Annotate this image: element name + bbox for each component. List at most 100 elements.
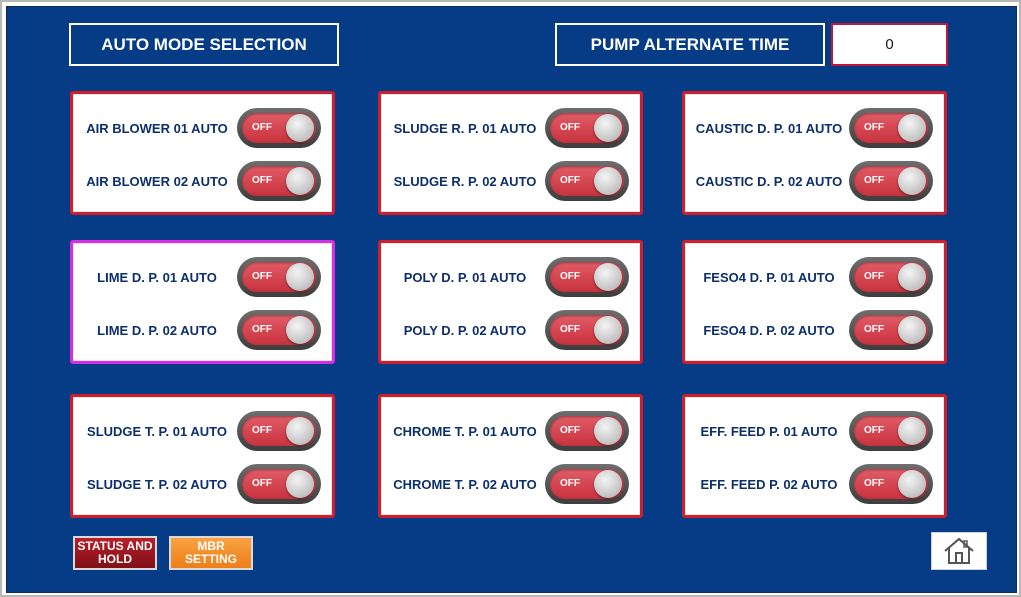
auto-label: LIME D. P. 01 AUTO	[97, 269, 217, 285]
sludge-t-p-01-auto-toggle[interactable]: OFF	[237, 411, 321, 451]
panel-eff-feed-p: EFF. FEED P. 01 AUTO OFF EFF. FEED P. 02…	[682, 394, 947, 518]
sludge-r-p-01-auto-toggle[interactable]: OFF	[545, 108, 629, 148]
auto-row: SLUDGE T. P. 01 AUTO OFF	[73, 411, 332, 451]
auto-label: AIR BLOWER 02 AUTO	[86, 173, 228, 189]
toggle-knob	[286, 114, 314, 142]
panel-caustic-d-p: CAUSTIC D. P. 01 AUTO OFF CAUSTIC D. P. …	[682, 91, 947, 215]
pump-alternate-time-input[interactable]: 0	[831, 23, 948, 66]
auto-row: AIR BLOWER 02 AUTO OFF	[73, 161, 332, 201]
toggle-state-text: OFF	[864, 478, 884, 489]
toggle-state-text: OFF	[560, 324, 580, 335]
auto-mode-selection-title: AUTO MODE SELECTION	[69, 23, 339, 66]
chrome-t-p-02-auto-toggle[interactable]: OFF	[545, 464, 629, 504]
toggle-knob	[286, 470, 314, 498]
feso4-d-p-02-auto-toggle[interactable]: OFF	[849, 310, 933, 350]
lime-d-p-02-auto-toggle[interactable]: OFF	[237, 310, 321, 350]
auto-label: FESO4 D. P. 01 AUTO	[703, 269, 835, 285]
caustic-d-p-01-auto-toggle[interactable]: OFF	[849, 108, 933, 148]
air-blower-01-auto-toggle[interactable]: OFF	[237, 108, 321, 148]
sludge-t-p-02-auto-toggle[interactable]: OFF	[237, 464, 321, 504]
home-button[interactable]	[931, 532, 987, 570]
mbr-setting-label: MBR SETTING	[185, 540, 237, 566]
lime-d-p-01-auto-toggle[interactable]: OFF	[237, 257, 321, 297]
toggle-state-text: OFF	[252, 324, 272, 335]
auto-row: FESO4 D. P. 02 AUTO OFF	[685, 310, 944, 350]
toggle-knob	[898, 114, 926, 142]
panel-poly-d-p: POLY D. P. 01 AUTO OFF POLY D. P. 02 AUT…	[378, 240, 643, 364]
button-label-line: SETTING	[184, 552, 237, 566]
auto-row: EFF. FEED P. 01 AUTO OFF	[685, 411, 944, 451]
auto-label: FESO4 D. P. 02 AUTO	[703, 322, 835, 338]
eff-feed-p-01-auto-toggle[interactable]: OFF	[849, 411, 933, 451]
hmi-screen: AUTO MODE SELECTION PUMP ALTERNATE TIME …	[6, 6, 1017, 593]
caustic-d-p-02-auto-toggle[interactable]: OFF	[849, 161, 933, 201]
button-label-line: HOLD	[97, 552, 132, 566]
panel-sludge-t-p: SLUDGE T. P. 01 AUTO OFF SLUDGE T. P. 02…	[70, 394, 335, 518]
toggle-state-text: OFF	[864, 271, 884, 282]
toggle-state-text: OFF	[560, 271, 580, 282]
panel-sludge-r-p: SLUDGE R. P. 01 AUTO OFF SLUDGE R. P. 02…	[378, 91, 643, 215]
toggle-state-text: OFF	[252, 122, 272, 133]
auto-label: CHROME T. P. 01 AUTO	[393, 423, 537, 439]
feso4-d-p-01-auto-toggle[interactable]: OFF	[849, 257, 933, 297]
auto-label: SLUDGE T. P. 01 AUTO	[87, 423, 227, 439]
toggle-knob	[286, 316, 314, 344]
toggle-state-text: OFF	[252, 175, 272, 186]
toggle-knob	[594, 263, 622, 291]
status-and-hold-label: STATUS AND HOLD	[77, 540, 152, 566]
poly-d-p-01-auto-toggle[interactable]: OFF	[545, 257, 629, 297]
eff-feed-p-02-auto-toggle[interactable]: OFF	[849, 464, 933, 504]
toggle-state-text: OFF	[560, 175, 580, 186]
toggle-knob	[594, 316, 622, 344]
auto-row: AIR BLOWER 01 AUTO OFF	[73, 108, 332, 148]
toggle-knob	[898, 167, 926, 195]
toggle-knob	[286, 417, 314, 445]
auto-label: CAUSTIC D. P. 02 AUTO	[695, 173, 843, 189]
auto-row: CAUSTIC D. P. 01 AUTO OFF	[685, 108, 944, 148]
auto-row: POLY D. P. 01 AUTO OFF	[381, 257, 640, 297]
panel-lime-d-p: LIME D. P. 01 AUTO OFF LIME D. P. 02 AUT…	[70, 240, 335, 364]
sludge-r-p-02-auto-toggle[interactable]: OFF	[545, 161, 629, 201]
toggle-knob	[594, 417, 622, 445]
toggle-knob	[286, 167, 314, 195]
home-icon	[944, 537, 974, 564]
auto-label: POLY D. P. 01 AUTO	[403, 269, 527, 285]
auto-row: LIME D. P. 02 AUTO OFF	[73, 310, 332, 350]
toggle-state-text: OFF	[864, 175, 884, 186]
auto-row: EFF. FEED P. 02 AUTO OFF	[685, 464, 944, 504]
poly-d-p-02-auto-toggle[interactable]: OFF	[545, 310, 629, 350]
auto-row: CHROME T. P. 01 AUTO OFF	[381, 411, 640, 451]
auto-label: CHROME T. P. 02 AUTO	[393, 476, 537, 492]
toggle-state-text: OFF	[252, 478, 272, 489]
toggle-state-text: OFF	[252, 271, 272, 282]
panel-chrome-t-p: CHROME T. P. 01 AUTO OFF CHROME T. P. 02…	[378, 394, 643, 518]
auto-label: SLUDGE T. P. 02 AUTO	[87, 476, 227, 492]
chrome-t-p-01-auto-toggle[interactable]: OFF	[545, 411, 629, 451]
auto-label: POLY D. P. 02 AUTO	[403, 322, 527, 338]
auto-row: SLUDGE R. P. 02 AUTO OFF	[381, 161, 640, 201]
toggle-knob	[286, 263, 314, 291]
toggle-state-text: OFF	[252, 425, 272, 436]
air-blower-02-auto-toggle[interactable]: OFF	[237, 161, 321, 201]
auto-row: CHROME T. P. 02 AUTO OFF	[381, 464, 640, 504]
panel-feso4-d-p: FESO4 D. P. 01 AUTO OFF FESO4 D. P. 02 A…	[682, 240, 947, 364]
auto-label: AIR BLOWER 01 AUTO	[86, 120, 228, 136]
toggle-state-text: OFF	[864, 425, 884, 436]
auto-label: SLUDGE R. P. 02 AUTO	[393, 173, 537, 189]
toggle-state-text: OFF	[560, 425, 580, 436]
auto-label: SLUDGE R. P. 01 AUTO	[393, 120, 537, 136]
auto-row: SLUDGE R. P. 01 AUTO OFF	[381, 108, 640, 148]
auto-row: POLY D. P. 02 AUTO OFF	[381, 310, 640, 350]
toggle-knob	[898, 316, 926, 344]
auto-label: CAUSTIC D. P. 01 AUTO	[695, 120, 843, 136]
auto-label: EFF. FEED P. 02 AUTO	[700, 476, 838, 492]
toggle-knob	[594, 167, 622, 195]
toggle-knob	[594, 114, 622, 142]
status-and-hold-button[interactable]: STATUS AND HOLD	[73, 536, 157, 570]
toggle-state-text: OFF	[560, 478, 580, 489]
pump-alternate-time-label: PUMP ALTERNATE TIME	[555, 23, 825, 66]
auto-row: CAUSTIC D. P. 02 AUTO OFF	[685, 161, 944, 201]
toggle-knob	[594, 470, 622, 498]
mbr-setting-button[interactable]: MBR SETTING	[169, 536, 253, 570]
auto-row: LIME D. P. 01 AUTO OFF	[73, 257, 332, 297]
